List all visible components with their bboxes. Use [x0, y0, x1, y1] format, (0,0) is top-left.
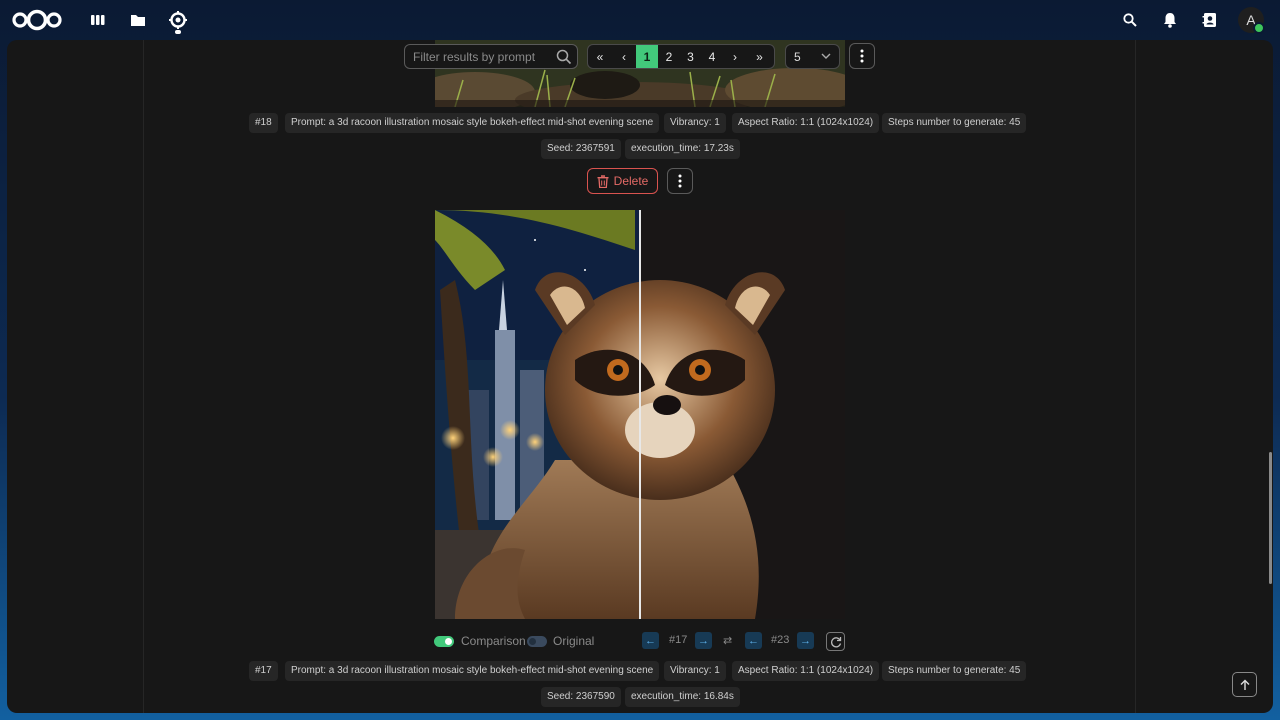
chevron-right-icon: › — [733, 49, 737, 64]
result-more-button[interactable] — [667, 168, 693, 194]
filter-field — [404, 44, 578, 69]
files-icon[interactable] — [128, 10, 148, 30]
refresh-icon — [830, 636, 841, 647]
arrow-right-icon: → — [698, 634, 709, 647]
arrow-left-icon: ← — [748, 634, 759, 647]
arrow-left-icon: ← — [645, 634, 656, 647]
contacts-icon[interactable] — [1200, 10, 1220, 30]
execution-time-tag: execution_time: 17.23s — [625, 139, 740, 159]
double-chevron-left-icon: « — [596, 49, 604, 64]
left-image-number: #17 — [669, 634, 688, 646]
dashboard-icon[interactable] — [88, 10, 108, 30]
vibrancy-tag: Vibrancy: 1 — [664, 113, 726, 133]
delete-button[interactable]: Delete — [587, 168, 658, 194]
swap-icon[interactable]: ⇄ — [723, 634, 732, 647]
trash-icon — [597, 174, 609, 188]
active-app-indicator — [175, 30, 181, 34]
search-icon[interactable] — [556, 49, 572, 65]
pagination: « ‹ 1 2 3 4 › » — [587, 44, 775, 69]
original-label: Original — [553, 634, 595, 648]
seed-tag: Seed: 2367591 — [541, 139, 621, 159]
right-prev-button[interactable]: ← — [745, 632, 762, 649]
right-next-button[interactable]: → — [797, 632, 814, 649]
toggle-knob — [445, 638, 452, 645]
execution-time-tag: execution_time: 16.84s — [625, 687, 740, 707]
seed-tag: Seed: 2367590 — [541, 687, 621, 707]
toggle-knob — [529, 638, 536, 645]
double-chevron-right-icon: » — [756, 49, 763, 64]
comparison-toggle[interactable] — [434, 636, 454, 647]
steps-tag: Steps number to generate: 45 — [882, 113, 1027, 133]
filter-input[interactable] — [413, 48, 553, 66]
result-id-tag: #17 — [249, 661, 278, 681]
toolbar-more-button[interactable] — [849, 43, 875, 69]
per-page-value: 5 — [794, 50, 801, 64]
prompt-tag: Prompt: a 3d racoon illustration mosaic … — [285, 661, 660, 681]
first-page-button[interactable]: « — [588, 45, 612, 68]
right-image-number: #23 — [771, 634, 790, 646]
page-button-1[interactable]: 1 — [636, 45, 658, 68]
per-page-select[interactable]: 5 — [785, 44, 840, 69]
notifications-icon[interactable] — [1160, 10, 1180, 30]
prompt-tag: Prompt: a 3d racoon illustration mosaic … — [285, 113, 660, 133]
arrow-right-icon: → — [800, 634, 811, 647]
kebab-icon — [860, 49, 864, 63]
comparison-label: Comparison — [461, 634, 526, 648]
result-id-tag: #18 — [249, 113, 278, 133]
search-icon[interactable] — [1120, 10, 1140, 30]
left-next-button[interactable]: → — [695, 632, 712, 649]
delete-label: Delete — [613, 174, 649, 188]
online-status-indicator — [1253, 22, 1265, 34]
prev-page-button[interactable]: ‹ — [612, 45, 636, 68]
page-button-3[interactable]: 3 — [680, 45, 701, 68]
aspect-ratio-tag: Aspect Ratio: 1:1 (1024x1024) — [732, 661, 880, 681]
left-column-divider — [143, 40, 144, 713]
refresh-button[interactable] — [826, 632, 845, 651]
nextcloud-logo[interactable] — [12, 9, 62, 31]
top-header: A — [0, 0, 1280, 40]
arrow-up-icon — [1240, 679, 1249, 690]
scroll-to-top-button[interactable] — [1232, 672, 1257, 697]
chevron-down-icon — [820, 50, 832, 62]
comparison-divider[interactable] — [639, 210, 641, 619]
right-column-divider — [1135, 40, 1136, 713]
ai-image-app-icon[interactable] — [168, 10, 188, 30]
scrollbar[interactable] — [1269, 452, 1272, 584]
comparison-image-17[interactable] — [435, 210, 845, 619]
vibrancy-tag: Vibrancy: 1 — [664, 661, 726, 681]
next-page-button[interactable]: › — [723, 45, 747, 68]
last-page-button[interactable]: » — [747, 45, 772, 68]
main-content: « ‹ 1 2 3 4 › » 5 #18 Prompt: a 3d racoo… — [7, 40, 1273, 713]
left-prev-button[interactable]: ← — [642, 632, 659, 649]
aspect-ratio-tag: Aspect Ratio: 1:1 (1024x1024) — [732, 113, 880, 133]
steps-tag: Steps number to generate: 45 — [882, 661, 1027, 681]
page-button-4[interactable]: 4 — [701, 45, 723, 68]
kebab-icon — [678, 174, 682, 188]
page-button-2[interactable]: 2 — [658, 45, 680, 68]
chevron-left-icon: ‹ — [622, 49, 626, 64]
original-toggle[interactable] — [527, 636, 547, 647]
